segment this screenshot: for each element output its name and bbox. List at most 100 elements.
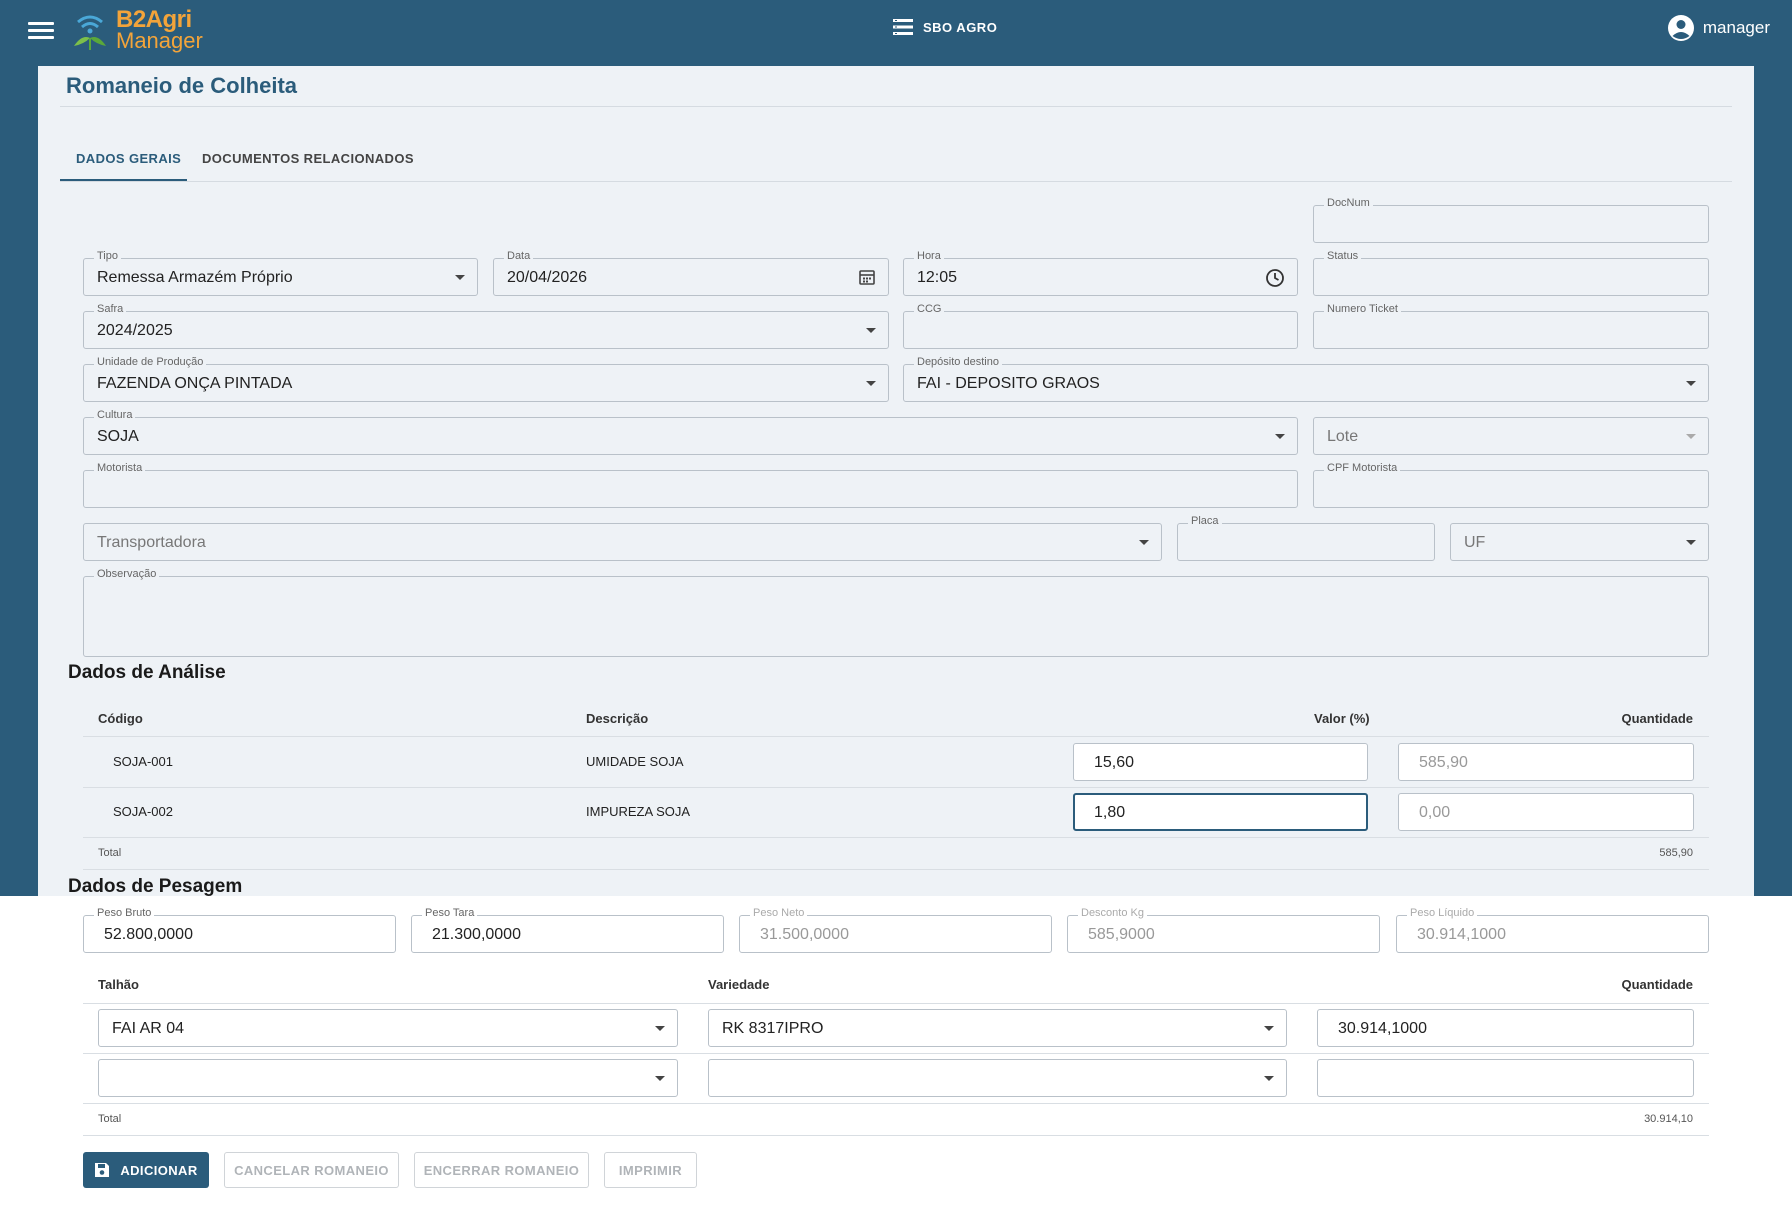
chevron-down-icon: [1686, 434, 1696, 439]
placa-label: Placa: [1188, 515, 1222, 527]
unidade-producao-select[interactable]: Unidade de Produção FAZENDA ONÇA PINTADA: [83, 356, 889, 402]
save-icon: [95, 1163, 110, 1177]
analise-row1-quantidade: 585,90: [1419, 754, 1468, 771]
analise-divider: [83, 869, 1709, 870]
unidade-producao-label: Unidade de Produção: [94, 356, 207, 368]
analise-row2-quantidade: 0,00: [1419, 804, 1451, 821]
cultura-select[interactable]: Cultura SOJA: [83, 409, 1298, 455]
company-selector[interactable]: SBO AGRO: [893, 18, 997, 36]
lote-select[interactable]: Lote: [1313, 417, 1709, 455]
transportadora-select[interactable]: Transportadora: [83, 523, 1162, 561]
pesagem-divider: [83, 1003, 1709, 1004]
chevron-down-icon: [866, 328, 876, 333]
desconto-kg-field: Desconto Kg 585,9000: [1067, 907, 1380, 953]
top-bar: B2Agri Manager SBO AGRO manager: [0, 0, 1792, 60]
placa-field[interactable]: Placa: [1177, 515, 1435, 561]
deposito-destino-label: Depósito destino: [914, 356, 1002, 368]
analise-header-codigo: Código: [98, 711, 143, 726]
pesagem-row1-variedade: RK 8317IPRO: [722, 1020, 824, 1037]
peso-bruto-label: Peso Bruto: [94, 907, 155, 919]
clock-icon[interactable]: [1265, 268, 1285, 288]
pesagem-total-label: Total: [98, 1113, 122, 1125]
tipo-select[interactable]: Tipo Remessa Armazém Próprio: [83, 250, 478, 296]
cancelar-romaneio-button[interactable]: CANCELAR ROMANEIO: [224, 1152, 399, 1188]
numero-ticket-field[interactable]: Numero Ticket: [1313, 303, 1709, 349]
chevron-down-icon: [455, 275, 465, 280]
logo-line2: Manager: [116, 28, 203, 53]
pesagem-row2-talhao-select[interactable]: [98, 1059, 678, 1097]
peso-neto-value: 31.500,0000: [760, 926, 849, 943]
pesagem-row1-quantidade: 30.914,1000: [1338, 1020, 1427, 1037]
uf-placeholder: UF: [1464, 534, 1486, 551]
pesagem-row1-quantidade-input[interactable]: 30.914,1000: [1317, 1009, 1694, 1047]
chevron-down-icon: [866, 381, 876, 386]
chevron-down-icon: [1275, 434, 1285, 439]
motorista-label: Motorista: [94, 462, 146, 474]
user-menu[interactable]: manager: [1667, 14, 1770, 42]
uf-select[interactable]: UF: [1450, 523, 1709, 561]
analise-row2-valor-input[interactable]: 1,80: [1073, 793, 1368, 831]
adicionar-button[interactable]: ADICIONAR: [83, 1152, 209, 1188]
menu-icon[interactable]: [28, 18, 54, 42]
cultura-value: SOJA: [97, 428, 139, 445]
peso-bruto-field[interactable]: Peso Bruto 52.800,0000: [83, 907, 396, 953]
peso-tara-field[interactable]: Peso Tara 21.300,0000: [411, 907, 724, 953]
app-logo[interactable]: B2Agri Manager: [70, 6, 203, 54]
numero-ticket-label: Numero Ticket: [1324, 303, 1401, 315]
peso-neto-field: Peso Neto 31.500,0000: [739, 907, 1052, 953]
analise-row1-valor-input[interactable]: 15,60: [1073, 743, 1368, 781]
company-name: SBO AGRO: [923, 19, 998, 35]
peso-bruto-value: 52.800,0000: [104, 926, 193, 943]
analise-section-title: Dados de Análise: [68, 662, 226, 683]
pesagem-row2-variedade-select[interactable]: [708, 1059, 1287, 1097]
docnum-field[interactable]: DocNum: [1313, 197, 1709, 243]
observacao-textarea[interactable]: Observação: [83, 568, 1709, 657]
analise-row2-quantidade-input: 0,00: [1398, 793, 1694, 831]
cpf-motorista-label: CPF Motorista: [1324, 462, 1401, 474]
safra-select[interactable]: Safra 2024/2025: [83, 303, 889, 349]
peso-neto-label: Peso Neto: [750, 907, 808, 919]
lote-placeholder: Lote: [1327, 428, 1359, 445]
encerrar-romaneio-button[interactable]: ENCERRAR ROMANEIO: [414, 1152, 589, 1188]
chevron-down-icon: [1686, 540, 1696, 545]
ccg-label: CCG: [914, 303, 945, 315]
status-field[interactable]: Status: [1313, 250, 1709, 296]
chevron-down-icon: [1686, 381, 1696, 386]
analise-row2-codigo: SOJA-002: [113, 804, 173, 819]
safra-label: Safra: [94, 303, 127, 315]
pesagem-row2-quantidade-input[interactable]: [1317, 1059, 1694, 1097]
adicionar-label: ADICIONAR: [120, 1162, 198, 1178]
analise-row1-valor: 15,60: [1094, 754, 1135, 771]
cpf-motorista-field[interactable]: CPF Motorista: [1313, 462, 1709, 508]
list-icon: [893, 19, 913, 35]
deposito-destino-select[interactable]: Depósito destino FAI - DEPOSITO GRAOS: [903, 356, 1709, 402]
hora-field[interactable]: Hora 12:05: [903, 250, 1298, 296]
calendar-icon[interactable]: [858, 268, 876, 286]
pesagem-header-variedade: Variedade: [708, 977, 770, 992]
chevron-down-icon: [655, 1026, 665, 1031]
imprimir-button[interactable]: IMPRIMIR: [604, 1152, 697, 1188]
motorista-field[interactable]: Motorista: [83, 462, 1298, 508]
unidade-producao-value: FAZENDA ONÇA PINTADA: [97, 375, 293, 392]
desconto-kg-value: 585,9000: [1088, 926, 1155, 943]
data-field[interactable]: Data 20/04/2026: [493, 250, 889, 296]
chevron-down-icon: [1139, 540, 1149, 545]
analise-header-valor: Valor (%): [1314, 711, 1370, 726]
peso-tara-label: Peso Tara: [422, 907, 478, 919]
analise-row1-quantidade-input: 585,90: [1398, 743, 1694, 781]
chevron-down-icon: [1264, 1076, 1274, 1081]
tab-documentos-relacionados[interactable]: DOCUMENTOS RELACIONADOS: [202, 140, 414, 182]
pesagem-row1-talhao-select[interactable]: FAI AR 04: [98, 1009, 678, 1047]
pesagem-header-quantidade: Quantidade: [1621, 977, 1693, 992]
status-label: Status: [1324, 250, 1362, 262]
peso-liquido-field: Peso Líquido 30.914,1000: [1396, 907, 1709, 953]
analise-total-label: Total: [98, 847, 122, 859]
transportadora-placeholder: Transportadora: [97, 534, 206, 551]
logo-leaf-icon: [74, 15, 106, 50]
pesagem-divider: [83, 1053, 1709, 1054]
ccg-field[interactable]: CCG: [903, 303, 1298, 349]
title-divider: [60, 106, 1732, 107]
analise-row2-valor: 1,80: [1094, 804, 1126, 821]
tab-dados-gerais[interactable]: DADOS GERAIS: [60, 140, 187, 182]
pesagem-row1-variedade-select[interactable]: RK 8317IPRO: [708, 1009, 1287, 1047]
